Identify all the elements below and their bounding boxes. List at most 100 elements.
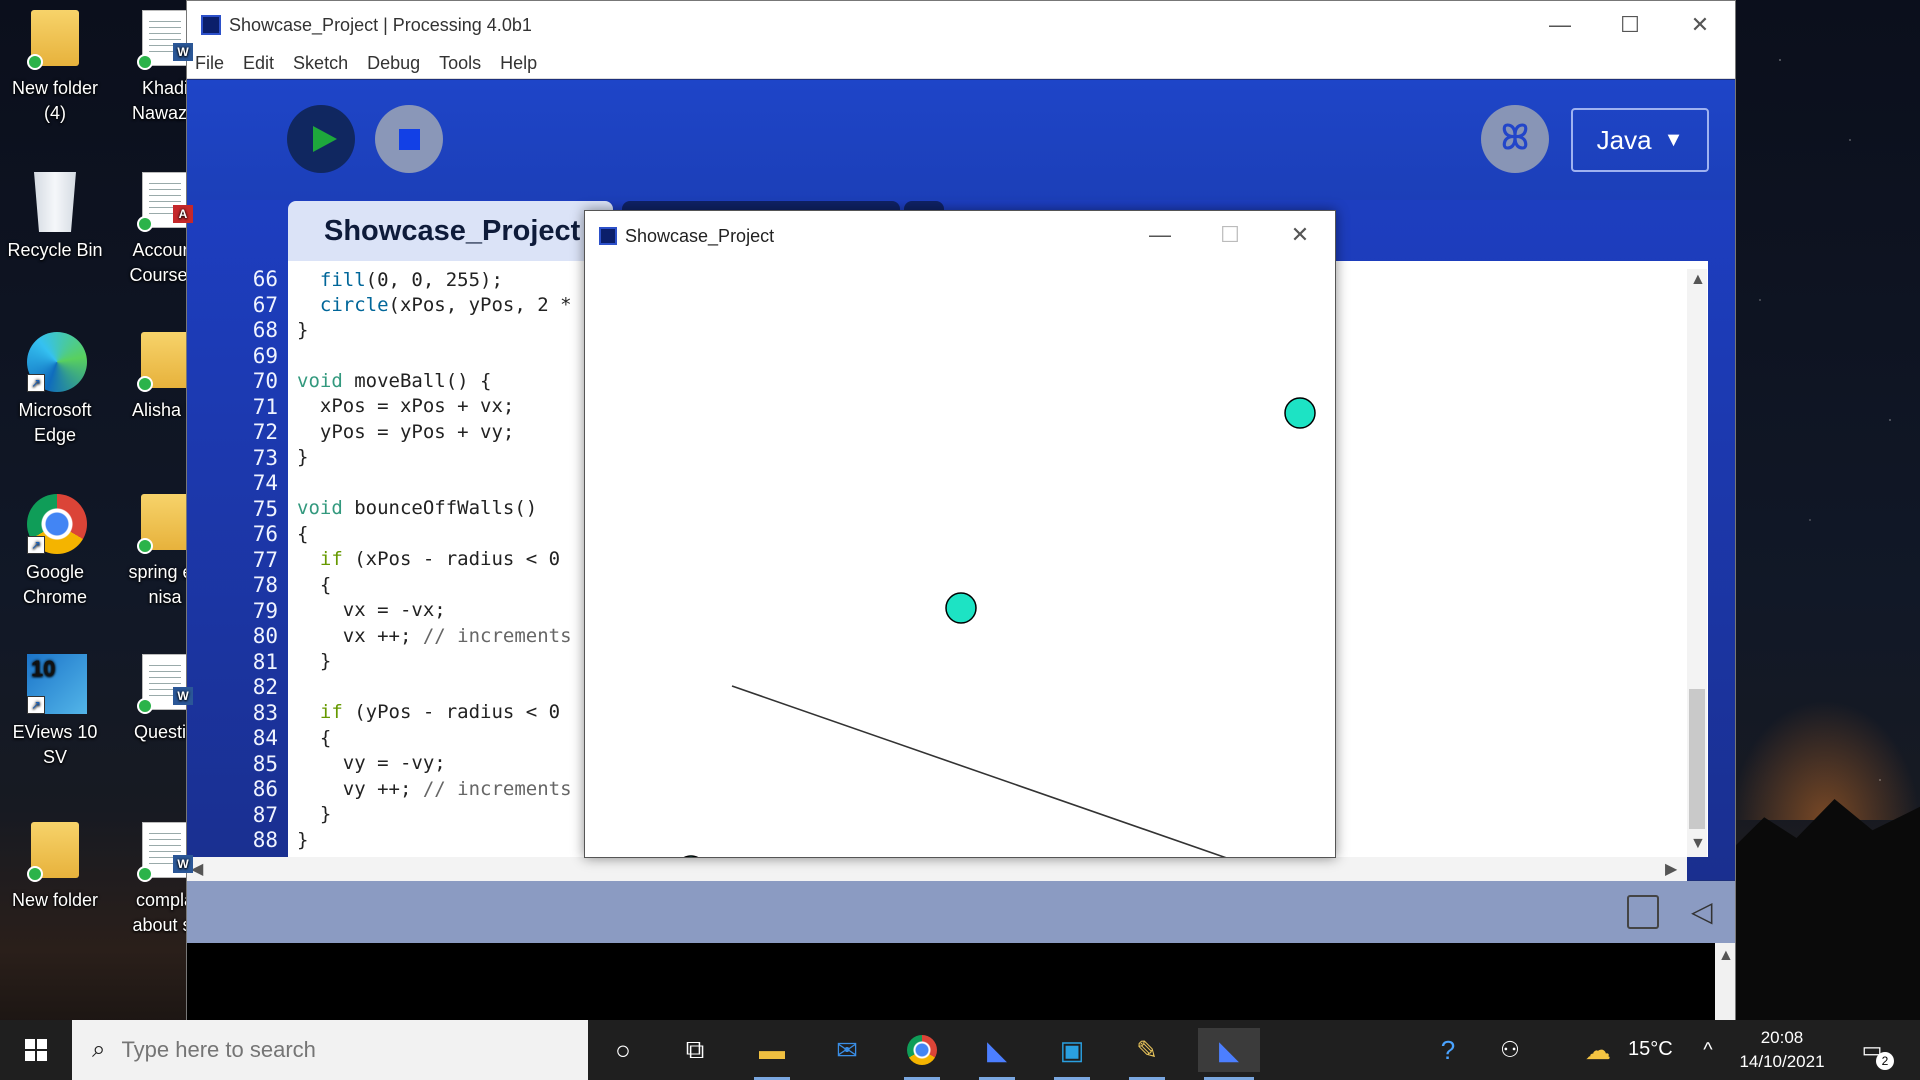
people-icon[interactable]: ⚇ — [1486, 1028, 1534, 1072]
code-line-87: } — [297, 803, 332, 825]
code-line-88: } — [297, 829, 309, 851]
cortana-icon[interactable]: ○ — [599, 1028, 647, 1072]
word-document-icon: W — [137, 822, 193, 882]
pdf-folder-icon — [137, 494, 193, 554]
wallpaper-horizon-glow — [1730, 700, 1920, 820]
line-number: 85 — [252, 751, 278, 776]
scroll-right-icon[interactable]: ▶ — [1665, 859, 1677, 879]
line-number: 75 — [252, 496, 278, 521]
vertical-scrollbar[interactable]: ▲ ▼ — [1687, 269, 1707, 857]
console-area[interactable]: ▲ — [187, 943, 1735, 1021]
desktop-icon-label: New folder — [11, 890, 99, 910]
weather-icon[interactable]: ☁ — [1574, 1028, 1622, 1072]
minimize-button[interactable]: — — [1525, 1, 1595, 49]
scroll-up-icon[interactable]: ▲ — [1718, 947, 1734, 965]
desktop-icon-recycle-bin[interactable]: Recycle Bin — [0, 172, 110, 263]
line-number: 86 — [252, 777, 278, 801]
ball — [683, 855, 699, 857]
desktop-icon-label: EViews 10 SV — [12, 722, 98, 767]
sketch-canvas[interactable] — [585, 261, 1335, 857]
mail-icon[interactable]: ✉ — [823, 1028, 871, 1072]
code-line-71: xPos = xPos + vx; — [297, 395, 515, 417]
menu-edit[interactable]: Edit — [243, 53, 274, 74]
recycle-bin-icon — [27, 172, 83, 232]
line-number: 77 — [252, 547, 278, 572]
line-number-gutter: 66 67 68 69 70 71 72 73 74 75 76 77 78 79 80 81 82 83 84 85… — [187, 261, 288, 857]
trajectory-line — [731, 685, 1227, 857]
line-number: 71 — [252, 394, 278, 419]
minimize-button[interactable]: — — [1125, 211, 1195, 259]
run-button[interactable] — [287, 105, 355, 173]
line-number: 78 — [252, 573, 278, 597]
code-line-76: { — [297, 523, 309, 545]
paint-icon[interactable]: ✎ — [1123, 1028, 1171, 1080]
word-document-icon: W — [137, 654, 193, 714]
code-line-70: void moveBall() { — [297, 370, 492, 392]
chrome-taskbar-icon[interactable] — [898, 1028, 946, 1080]
chevron-down-icon: ▼ — [1663, 128, 1684, 151]
desktop-icon-new-folder-4[interactable]: New folder (4) — [0, 10, 110, 126]
start-button[interactable] — [0, 1020, 72, 1080]
line-number: 72 — [252, 420, 278, 444]
search-icon: ⌕ — [92, 1036, 106, 1063]
processing-app-icon — [599, 227, 617, 245]
search-box[interactable]: ⌕ — [72, 1020, 588, 1080]
taskbar: ⌕ ○ ⧉ ▬ ✉ ◣ ▣ ✎ ◣ ? ⚇ ☁ 15°C ^ 20:08 14/… — [0, 1020, 1920, 1080]
sketch-title-bar[interactable]: Showcase_Project — ☐ ✕ — [585, 211, 1335, 261]
search-input[interactable] — [121, 1037, 542, 1063]
tab-showcase-project[interactable]: Showcase_Project — [288, 201, 613, 261]
line-number: 79 — [252, 598, 278, 623]
title-bar[interactable]: Showcase_Project | Processing 4.0b1 — ☐ … — [187, 1, 1735, 49]
scroll-up-icon[interactable]: ▲ — [1690, 271, 1706, 289]
debugger-butterfly-icon[interactable]: ꕤ — [1481, 105, 1549, 173]
processing-sketch-taskbar-icon[interactable]: ◣ — [1198, 1028, 1260, 1080]
console-scrollbar[interactable]: ▲ — [1715, 943, 1735, 1021]
menu-file[interactable]: File — [195, 53, 224, 74]
code-line-66: fill(0, 0, 255); — [319, 269, 503, 291]
menu-sketch[interactable]: Sketch — [293, 53, 348, 74]
line-number: 84 — [252, 726, 278, 750]
line-number: 73 — [252, 445, 278, 470]
collapse-console-icon[interactable]: ◁ — [1691, 895, 1713, 928]
line-number: 66 — [252, 267, 278, 291]
code-line-78: { — [297, 574, 332, 596]
desktop-icon-eviews[interactable]: 10 ↗ EViews 10 SV — [0, 654, 110, 770]
temperature[interactable]: 15°C — [1628, 1038, 1673, 1061]
clock[interactable]: 20:08 14/10/2021 — [1724, 1026, 1840, 1074]
menu-debug[interactable]: Debug — [367, 53, 420, 74]
close-button[interactable]: ✕ — [1665, 1, 1735, 49]
menu-help[interactable]: Help — [500, 53, 537, 74]
maximize-button[interactable]: ☐ — [1195, 211, 1265, 259]
line-number: 67 — [252, 292, 278, 317]
code-line-79: vx = -vx; — [297, 599, 446, 621]
close-button[interactable]: ✕ — [1265, 211, 1335, 259]
line-number: 76 — [252, 522, 278, 546]
status-bar: ◁ — [187, 881, 1735, 943]
scrollbar-thumb[interactable] — [1689, 689, 1705, 829]
mode-selector[interactable]: Java ▼ — [1571, 108, 1709, 172]
line-number: 80 — [252, 624, 278, 648]
processing-taskbar-icon[interactable]: ◣ — [973, 1028, 1021, 1080]
eviews-icon: 10 ↗ — [27, 654, 87, 714]
desktop-icon-label: New folder (4) — [11, 78, 99, 123]
menu-bar: File Edit Sketch Debug Tools Help — [187, 49, 1735, 79]
app-taskbar-icon[interactable]: ▣ — [1048, 1028, 1096, 1080]
stop-button[interactable] — [375, 105, 443, 173]
export-icon[interactable] — [1627, 895, 1659, 929]
desktop-icon-google-chrome[interactable]: ↗ Google Chrome — [0, 494, 110, 610]
mode-label: Java — [1596, 124, 1652, 155]
help-icon[interactable]: ? — [1424, 1028, 1472, 1072]
maximize-button[interactable]: ☐ — [1595, 1, 1665, 49]
horizontal-scrollbar[interactable]: ◀ ▶ — [187, 857, 1687, 881]
menu-tools[interactable]: Tools — [439, 53, 481, 74]
desktop-icon-microsoft-edge[interactable]: ↗ Microsoft Edge — [0, 332, 110, 448]
scroll-down-icon[interactable]: ▼ — [1690, 835, 1706, 853]
ball — [1284, 397, 1316, 429]
code-line-73: } — [297, 446, 309, 468]
sketch-window: Showcase_Project — ☐ ✕ — [584, 210, 1336, 858]
code-line-75: void bounceOffWalls() — [297, 497, 538, 519]
desktop-icon-new-folder[interactable]: New folder — [0, 822, 110, 913]
file-explorer-icon[interactable]: ▬ — [748, 1028, 796, 1080]
code-line-77: if (xPos - radius < 0 — [319, 548, 561, 570]
task-view-icon[interactable]: ⧉ — [671, 1028, 719, 1072]
